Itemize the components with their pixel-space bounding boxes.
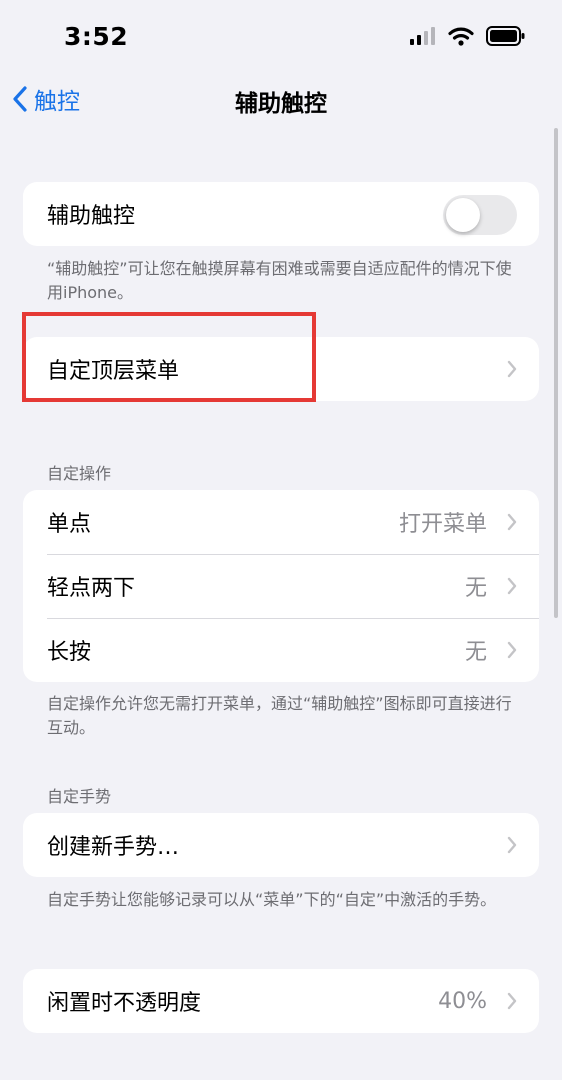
custom-gestures-card: 创建新手势… — [23, 813, 539, 877]
single-tap-label: 单点 — [47, 512, 92, 537]
double-tap-label: 轻点两下 — [47, 576, 136, 601]
create-new-gesture-label: 创建新手势… — [47, 835, 180, 860]
idle-opacity-value: 40% — [438, 988, 487, 1014]
chevron-right-icon — [507, 577, 517, 595]
assistive-touch-row: 辅助触控 — [23, 182, 539, 246]
chevron-right-icon — [507, 513, 517, 531]
long-press-label: 长按 — [47, 640, 92, 665]
chevron-right-icon — [507, 641, 517, 659]
assistive-touch-card: 辅助触控 — [23, 182, 539, 246]
assistive-touch-label: 辅助触控 — [47, 204, 136, 229]
scroll-indicator — [554, 128, 558, 618]
chevron-right-icon — [507, 836, 517, 854]
idle-opacity-card: 闲置时不透明度 40% — [23, 969, 539, 1033]
custom-actions-footnote: 自定操作允许您无需打开菜单，通过“辅助触控”图标即可直接进行互动。 — [47, 694, 512, 737]
idle-opacity-row[interactable]: 闲置时不透明度 40% — [23, 969, 539, 1033]
wifi-icon — [448, 27, 474, 46]
status-time: 3:52 — [64, 22, 129, 51]
chevron-right-icon — [507, 992, 517, 1010]
custom-gestures-footnote: 自定手势让您能够记录可以从“菜单”下的“自定”中激活的手势。 — [47, 890, 497, 909]
battery-icon — [486, 26, 525, 46]
navigation-bar: 触控 辅助触控 — [0, 74, 562, 126]
long-press-row[interactable]: 长按 无 — [23, 618, 539, 682]
single-tap-row[interactable]: 单点 打开菜单 — [23, 490, 539, 554]
idle-opacity-label: 闲置时不透明度 — [47, 991, 202, 1016]
status-bar: 3:52 — [0, 0, 562, 74]
assistive-touch-footnote: “辅助触控”可让您在触摸屏幕有困难或需要自适应配件的情况下使用iPhone。 — [47, 259, 512, 302]
highlight-box — [22, 312, 316, 402]
assistive-touch-toggle[interactable] — [443, 195, 517, 235]
status-icons — [410, 26, 526, 46]
single-tap-value: 打开菜单 — [398, 512, 487, 537]
custom-actions-card: 单点 打开菜单 轻点两下 无 长按 无 — [23, 490, 539, 682]
double-tap-row[interactable]: 轻点两下 无 — [23, 554, 539, 618]
custom-actions-header: 自定操作 — [47, 464, 112, 483]
toggle-knob — [446, 198, 480, 232]
chevron-right-icon — [507, 360, 517, 378]
double-tap-value: 无 — [464, 576, 487, 601]
long-press-value: 无 — [464, 640, 487, 665]
page-title: 辅助触控 — [235, 91, 327, 117]
create-new-gesture-row[interactable]: 创建新手势… — [23, 813, 539, 877]
cellular-signal-icon — [410, 27, 435, 45]
custom-gestures-header: 自定手势 — [47, 787, 112, 806]
